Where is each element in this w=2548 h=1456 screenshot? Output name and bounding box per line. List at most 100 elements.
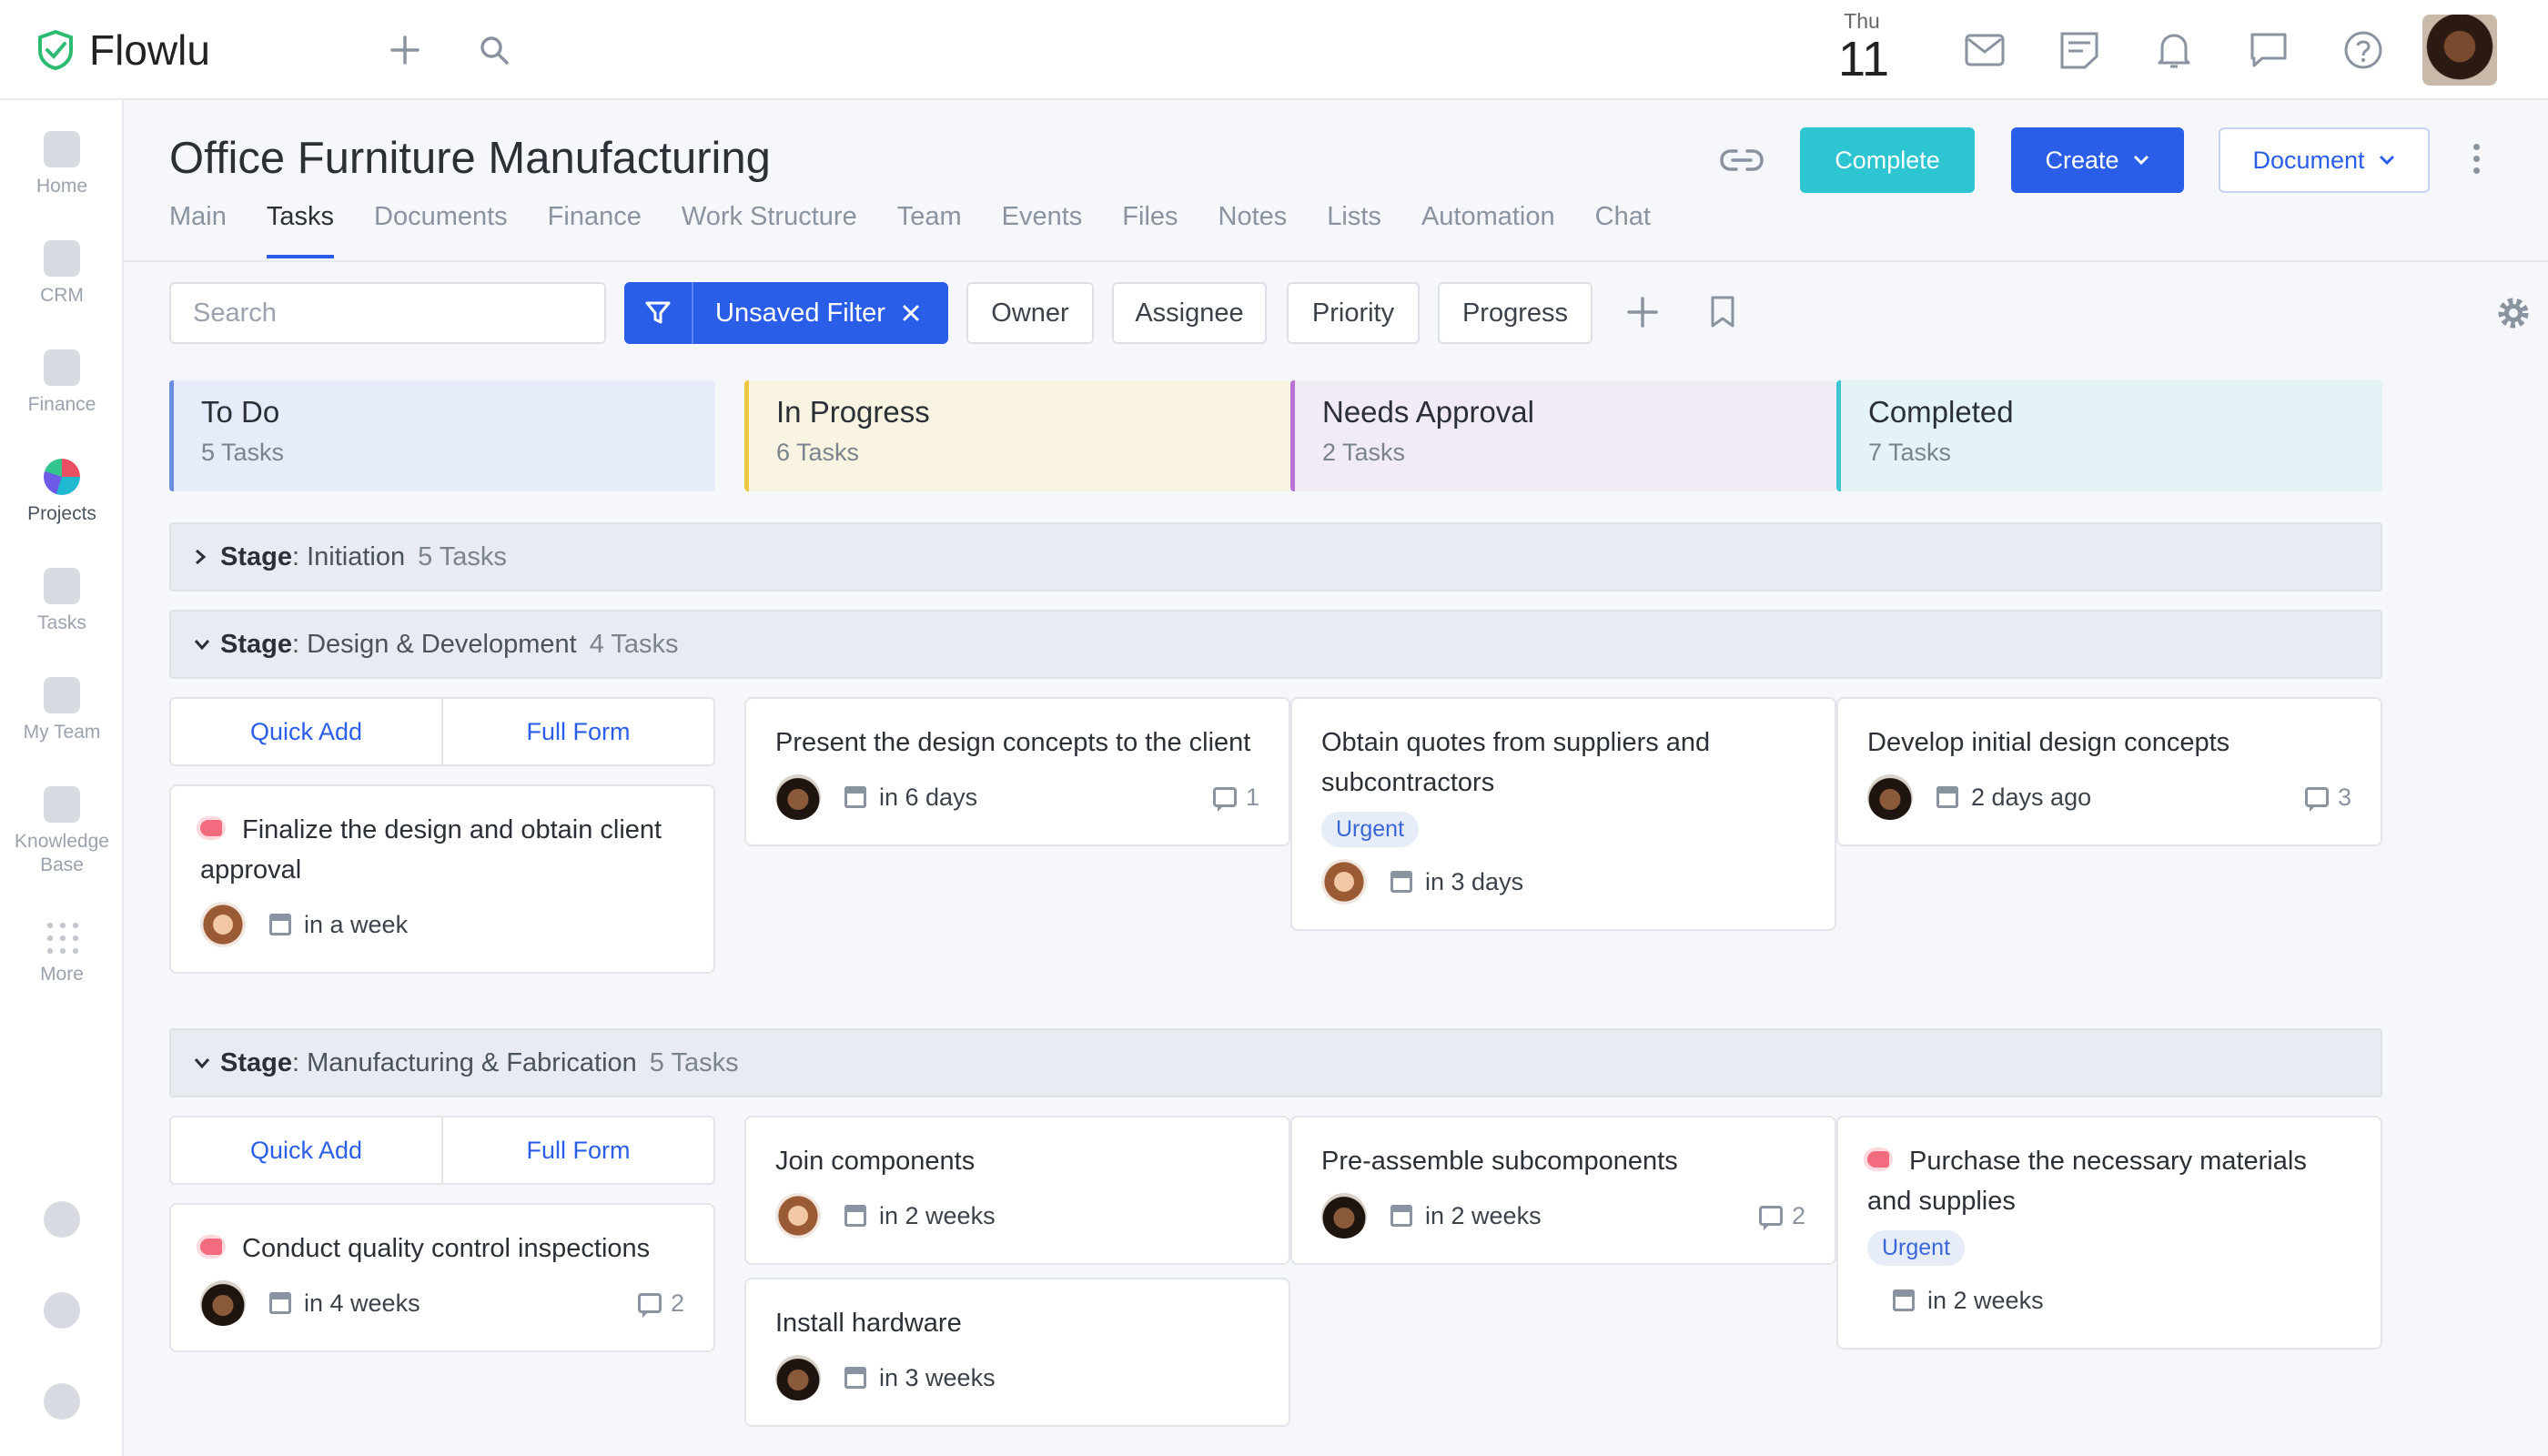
- task-title: Install hardware: [775, 1309, 962, 1338]
- column-header-completed[interactable]: Completed 7 Tasks: [1836, 380, 2382, 491]
- task-title: Pre-assemble subcomponents: [1321, 1147, 1678, 1176]
- stage-label: Stage: [220, 629, 292, 659]
- stage-header-manufacturing-fabrication[interactable]: Stage: Manufacturing & Fabrication 5 Tas…: [169, 1028, 2382, 1097]
- mail-icon[interactable]: [1962, 27, 2007, 73]
- tab-finance[interactable]: Finance: [548, 202, 642, 255]
- tab-documents[interactable]: Documents: [374, 202, 508, 255]
- full-form-button[interactable]: Full Form: [443, 1117, 713, 1183]
- tab-main[interactable]: Main: [169, 202, 227, 255]
- assignee-avatar[interactable]: [775, 1355, 821, 1400]
- task-card[interactable]: Purchase the necessary materials and sup…: [1836, 1116, 2382, 1350]
- sidebar-item-tasks[interactable]: Tasks: [0, 568, 124, 635]
- sidebar-item-home[interactable]: Home: [0, 131, 124, 198]
- calendar-icon: [844, 1205, 866, 1227]
- assignee-avatar[interactable]: [1321, 859, 1367, 905]
- tab-work-structure[interactable]: Work Structure: [682, 202, 857, 255]
- search-input[interactable]: Search: [169, 282, 606, 344]
- notes-icon[interactable]: [2057, 27, 2102, 73]
- bell-icon[interactable]: [2151, 27, 2197, 73]
- create-button[interactable]: Create: [2011, 127, 2184, 193]
- stage-header-initiation[interactable]: Stage: Initiation 5 Tasks: [169, 522, 2382, 592]
- task-card[interactable]: Develop initial design concepts 2 days a…: [1836, 697, 2382, 846]
- copy-link-icon[interactable]: [1718, 142, 1765, 183]
- sidebar-item-label: CRM: [40, 285, 84, 306]
- tab-notes[interactable]: Notes: [1218, 202, 1288, 255]
- sidebar-item-label: Finance: [27, 394, 96, 415]
- more-options-icon[interactable]: [2473, 144, 2482, 179]
- task-due: in 3 weeks: [879, 1363, 996, 1391]
- task-title: Develop initial design concepts: [1867, 728, 2230, 757]
- tab-events[interactable]: Events: [1002, 202, 1083, 255]
- assignee-avatar[interactable]: [775, 774, 821, 820]
- main-content: Office Furniture Manufacturing Complete …: [124, 100, 2548, 1456]
- tab-lists[interactable]: Lists: [1327, 202, 1381, 255]
- assignee-avatar[interactable]: [775, 1193, 821, 1239]
- date-widget[interactable]: Thu 11: [1838, 9, 1890, 86]
- document-button[interactable]: Document: [2219, 127, 2430, 193]
- tab-automation[interactable]: Automation: [1421, 202, 1555, 255]
- owner-filter-chip[interactable]: Owner: [966, 282, 1094, 344]
- task-card[interactable]: Finalize the design and obtain client ap…: [169, 784, 715, 974]
- settings-icon[interactable]: [44, 1292, 80, 1329]
- quick-add-button[interactable]: Quick Add: [171, 1117, 443, 1183]
- column-header-needs-approval[interactable]: Needs Approval 2 Tasks: [1290, 380, 1836, 491]
- column-title: Completed: [1868, 395, 2014, 429]
- task-title: Obtain quotes from suppliers and subcont…: [1321, 728, 1711, 797]
- assignee-avatar[interactable]: [200, 902, 246, 947]
- column-count: 7 Tasks: [1868, 439, 1952, 466]
- calendar-icon: [844, 786, 866, 808]
- sidebar-item-label: Home: [35, 176, 88, 197]
- urgent-flag-icon: [1864, 1148, 1893, 1171]
- task-card[interactable]: Conduct quality control inspections in 4…: [169, 1203, 715, 1352]
- sidebar-item-crm[interactable]: CRM: [0, 240, 124, 308]
- close-icon[interactable]: [902, 304, 920, 322]
- app-logo[interactable]: Flowlu: [35, 25, 210, 75]
- chevron-down-icon: [193, 637, 220, 652]
- user-avatar[interactable]: [2422, 15, 2497, 86]
- priority-filter-chip[interactable]: Priority: [1287, 282, 1420, 344]
- stage-header-design-development[interactable]: Stage: Design & Development 4 Tasks: [169, 610, 2382, 679]
- assignee-avatar[interactable]: [1321, 1193, 1367, 1239]
- help-icon[interactable]: [2341, 27, 2386, 73]
- sidebar-item-projects[interactable]: Projects: [0, 459, 124, 526]
- column-header-in-progress[interactable]: In Progress 6 Tasks: [744, 380, 1290, 491]
- tab-team[interactable]: Team: [897, 202, 962, 255]
- progress-filter-chip[interactable]: Progress: [1438, 282, 1592, 344]
- task-card[interactable]: Pre-assemble subcomponents in 2 weeks 2: [1290, 1116, 1836, 1265]
- full-form-button[interactable]: Full Form: [443, 699, 713, 764]
- add-filter-icon[interactable]: [1625, 295, 1660, 334]
- chat-icon[interactable]: [2246, 27, 2291, 73]
- sidebar-item-more[interactable]: More: [0, 919, 124, 986]
- complete-button[interactable]: Complete: [1800, 127, 1975, 193]
- add-icon[interactable]: [382, 27, 428, 73]
- sidebar-item-knowledge-base[interactable]: Knowledge Base: [0, 786, 124, 877]
- assignee-avatar[interactable]: [200, 1280, 246, 1326]
- search-icon[interactable]: [471, 27, 517, 73]
- integrations-icon[interactable]: [44, 1201, 80, 1238]
- task-due: in 2 weeks: [1927, 1286, 2044, 1314]
- assignee-avatar[interactable]: [1867, 774, 1913, 820]
- task-card[interactable]: Join components in 2 weeks: [744, 1116, 1290, 1265]
- tab-tasks[interactable]: Tasks: [266, 202, 335, 258]
- tab-chat[interactable]: Chat: [1595, 202, 1651, 255]
- assignee-filter-chip[interactable]: Assignee: [1112, 282, 1267, 344]
- support-chat-icon[interactable]: [44, 1383, 80, 1420]
- top-bar: Flowlu Thu 11: [0, 0, 2548, 100]
- task-card[interactable]: Obtain quotes from suppliers and subcont…: [1290, 697, 1836, 931]
- grid-dots-icon: [44, 919, 80, 956]
- task-due: in 3 days: [1425, 867, 1524, 895]
- sidebar-item-finance[interactable]: Finance: [0, 349, 124, 417]
- comments-count: 2: [1758, 1202, 1805, 1230]
- settings-gear-icon[interactable]: [2497, 297, 2530, 334]
- sidebar-item-my-team[interactable]: My Team: [0, 677, 124, 744]
- task-card[interactable]: Install hardware in 3 weeks: [744, 1278, 1290, 1427]
- column-header-to-do[interactable]: To Do 5 Tasks: [169, 380, 715, 491]
- task-card[interactable]: Present the design concepts to the clien…: [744, 697, 1290, 846]
- task-meta: in a week: [200, 901, 684, 948]
- bookmark-icon[interactable]: [1709, 295, 1736, 334]
- active-filter-button[interactable]: Unsaved Filter: [624, 282, 948, 344]
- date-day-number: 11: [1838, 32, 1890, 86]
- quick-add-button[interactable]: Quick Add: [171, 699, 443, 764]
- calendar-icon: [844, 1367, 866, 1389]
- tab-files[interactable]: Files: [1122, 202, 1178, 255]
